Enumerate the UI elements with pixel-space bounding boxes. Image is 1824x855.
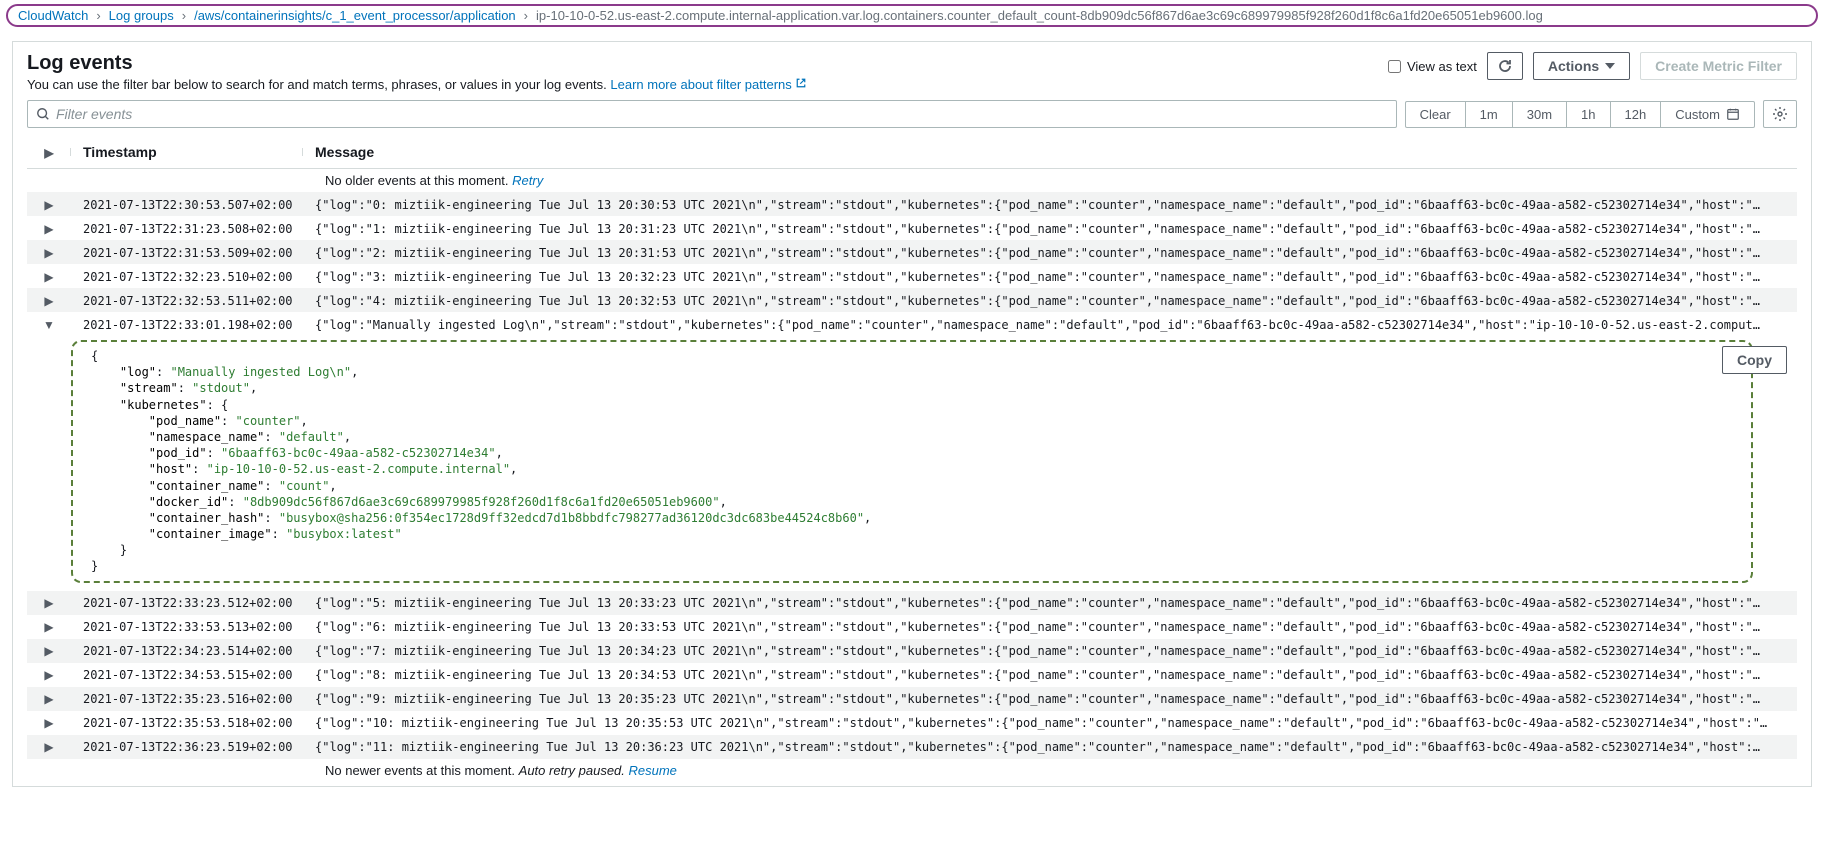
search-icon bbox=[36, 107, 50, 121]
timestamp-cell: 2021-07-13T22:32:53.511+02:00 bbox=[83, 294, 293, 308]
view-as-text-label: View as text bbox=[1407, 59, 1477, 74]
message-cell: {"log":"4: miztiik-engineering Tue Jul 1… bbox=[315, 294, 1760, 308]
message-cell: {"log":"3: miztiik-engineering Tue Jul 1… bbox=[315, 270, 1760, 284]
message-cell: {"log":"10: miztiik-engineering Tue Jul … bbox=[315, 716, 1767, 730]
gear-icon bbox=[1772, 106, 1788, 122]
column-header-message[interactable]: Message bbox=[303, 144, 1797, 160]
expanded-json-block: { "log": "Manually ingested Log\n", "str… bbox=[71, 340, 1753, 583]
time-custom-button[interactable]: Custom bbox=[1661, 102, 1754, 127]
chevron-right-icon: › bbox=[96, 8, 100, 23]
table-row: ▶ 2021-07-13T22:32:23.510+02:00 {"log":"3:… bbox=[27, 264, 1797, 288]
timestamp-cell: 2021-07-13T22:33:01.198+02:00 bbox=[83, 318, 293, 332]
log-events-panel: Log events You can use the filter bar be… bbox=[12, 41, 1812, 787]
timestamp-cell: 2021-07-13T22:30:53.507+02:00 bbox=[83, 198, 293, 212]
breadcrumb-link-group[interactable]: /aws/containerinsights/c_1_event_process… bbox=[194, 8, 516, 23]
time-1m-button[interactable]: 1m bbox=[1466, 102, 1513, 127]
chevron-down-icon bbox=[1605, 63, 1615, 69]
time-1h-button[interactable]: 1h bbox=[1567, 102, 1610, 127]
no-older-events-row: No older events at this moment. Retry bbox=[27, 169, 1797, 192]
chevron-right-icon: › bbox=[524, 8, 528, 23]
table-row: ▶ 2021-07-13T22:35:53.518+02:00 {"log":"10… bbox=[27, 711, 1797, 735]
breadcrumb-current: ip-10-10-0-52.us-east-2.compute.internal… bbox=[536, 8, 1543, 23]
expand-row-toggle[interactable]: ▶ bbox=[44, 596, 53, 610]
table-row: ▼ 2021-07-13T22:33:01.198+02:00 {"log":"Ma… bbox=[27, 312, 1797, 336]
message-cell: {"log":"11: miztiik-engineering Tue Jul … bbox=[315, 740, 1760, 754]
expand-row-toggle[interactable]: ▶ bbox=[44, 740, 53, 754]
expanded-log-detail: Copy { "log": "Manually ingested Log\n",… bbox=[27, 336, 1797, 591]
timestamp-cell: 2021-07-13T22:35:53.518+02:00 bbox=[83, 716, 293, 730]
filter-events-search[interactable] bbox=[27, 100, 1397, 128]
timestamp-cell: 2021-07-13T22:34:23.514+02:00 bbox=[83, 644, 293, 658]
time-range-selector: Clear 1m 30m 1h 12h Custom bbox=[1405, 101, 1755, 128]
table-row: ▶ 2021-07-13T22:31:53.509+02:00 {"log":"2:… bbox=[27, 240, 1797, 264]
clear-time-button[interactable]: Clear bbox=[1406, 102, 1466, 127]
timestamp-cell: 2021-07-13T22:36:23.519+02:00 bbox=[83, 740, 293, 754]
chevron-right-icon: › bbox=[182, 8, 186, 23]
view-as-text-checkbox[interactable]: View as text bbox=[1388, 59, 1477, 74]
timestamp-cell: 2021-07-13T22:35:23.516+02:00 bbox=[83, 692, 293, 706]
timestamp-cell: 2021-07-13T22:31:23.508+02:00 bbox=[83, 222, 293, 236]
timestamp-cell: 2021-07-13T22:33:23.512+02:00 bbox=[83, 596, 293, 610]
actions-button[interactable]: Actions bbox=[1533, 52, 1630, 80]
resume-link[interactable]: Resume bbox=[629, 763, 677, 778]
table-row: ▶ 2021-07-13T22:36:23.519+02:00 {"log":"11… bbox=[27, 735, 1797, 759]
time-30m-button[interactable]: 30m bbox=[1513, 102, 1567, 127]
expand-all-toggle[interactable]: ▶ bbox=[44, 146, 53, 160]
table-row: ▶ 2021-07-13T22:34:53.515+02:00 {"log":"8:… bbox=[27, 663, 1797, 687]
settings-button[interactable] bbox=[1763, 100, 1797, 128]
timestamp-cell: 2021-07-13T22:31:53.509+02:00 bbox=[83, 246, 293, 260]
expand-row-toggle[interactable]: ▶ bbox=[44, 270, 53, 284]
expand-row-toggle[interactable]: ▶ bbox=[44, 692, 53, 706]
timestamp-cell: 2021-07-13T22:33:53.513+02:00 bbox=[83, 620, 293, 634]
message-cell: {"log":"2: miztiik-engineering Tue Jul 1… bbox=[315, 246, 1760, 260]
message-cell: {"log":"0: miztiik-engineering Tue Jul 1… bbox=[315, 198, 1760, 212]
table-row: ▶ 2021-07-13T22:35:23.516+02:00 {"log":"9:… bbox=[27, 687, 1797, 711]
external-link-icon bbox=[795, 77, 807, 89]
refresh-icon bbox=[1497, 58, 1513, 74]
message-cell: {"log":"5: miztiik-engineering Tue Jul 1… bbox=[315, 596, 1760, 610]
expand-row-toggle[interactable]: ▶ bbox=[44, 668, 53, 682]
expand-row-toggle[interactable]: ▶ bbox=[44, 294, 53, 308]
message-cell: {"log":"6: miztiik-engineering Tue Jul 1… bbox=[315, 620, 1760, 634]
breadcrumb-link-cloudwatch[interactable]: CloudWatch bbox=[18, 8, 88, 23]
no-newer-events-row: No newer events at this moment. Auto ret… bbox=[27, 759, 1797, 782]
table-row: ▶ 2021-07-13T22:32:53.511+02:00 {"log":"4:… bbox=[27, 288, 1797, 312]
message-cell: {"log":"Manually ingested Log\n","stream… bbox=[315, 318, 1760, 332]
message-cell: {"log":"9: miztiik-engineering Tue Jul 1… bbox=[315, 692, 1760, 706]
column-header-timestamp[interactable]: Timestamp bbox=[71, 144, 303, 160]
expand-row-toggle[interactable]: ▶ bbox=[44, 222, 53, 236]
retry-link[interactable]: Retry bbox=[512, 173, 543, 188]
create-metric-filter-button[interactable]: Create Metric Filter bbox=[1640, 52, 1797, 80]
view-as-text-input[interactable] bbox=[1388, 60, 1401, 73]
table-row: ▶ 2021-07-13T22:34:23.514+02:00 {"log":"7:… bbox=[27, 639, 1797, 663]
message-cell: {"log":"8: miztiik-engineering Tue Jul 1… bbox=[315, 668, 1760, 682]
table-row: ▶ 2021-07-13T22:30:53.507+02:00 {"log":"0:… bbox=[27, 192, 1797, 216]
table-row: ▶ 2021-07-13T22:33:23.512+02:00 {"log":"5:… bbox=[27, 591, 1797, 615]
expand-row-toggle[interactable]: ▶ bbox=[44, 198, 53, 212]
learn-more-link[interactable]: Learn more about filter patterns bbox=[610, 77, 807, 92]
timestamp-cell: 2021-07-13T22:32:23.510+02:00 bbox=[83, 270, 293, 284]
calendar-icon bbox=[1726, 107, 1740, 121]
expand-row-toggle[interactable]: ▶ bbox=[44, 246, 53, 260]
breadcrumb: CloudWatch › Log groups › /aws/container… bbox=[6, 4, 1818, 27]
actions-button-label: Actions bbox=[1548, 58, 1599, 74]
page-subtitle: You can use the filter bar below to sear… bbox=[27, 77, 807, 92]
expand-row-toggle[interactable]: ▶ bbox=[44, 716, 53, 730]
page-title: Log events bbox=[27, 52, 807, 75]
filter-events-input[interactable] bbox=[56, 106, 1388, 122]
breadcrumb-link-loggroups[interactable]: Log groups bbox=[109, 8, 174, 23]
timestamp-cell: 2021-07-13T22:34:53.515+02:00 bbox=[83, 668, 293, 682]
message-cell: {"log":"1: miztiik-engineering Tue Jul 1… bbox=[315, 222, 1760, 236]
log-events-table: ▶ Timestamp Message No older events at t… bbox=[27, 136, 1797, 782]
expand-row-toggle[interactable]: ▶ bbox=[44, 644, 53, 658]
copy-button[interactable]: Copy bbox=[1722, 346, 1787, 374]
time-12h-button[interactable]: 12h bbox=[1611, 102, 1662, 127]
table-row: ▶ 2021-07-13T22:31:23.508+02:00 {"log":"1:… bbox=[27, 216, 1797, 240]
refresh-button[interactable] bbox=[1487, 52, 1523, 80]
expand-row-toggle[interactable]: ▼ bbox=[43, 318, 55, 332]
message-cell: {"log":"7: miztiik-engineering Tue Jul 1… bbox=[315, 644, 1760, 658]
time-custom-label: Custom bbox=[1675, 107, 1720, 122]
table-row: ▶ 2021-07-13T22:33:53.513+02:00 {"log":"6:… bbox=[27, 615, 1797, 639]
expand-row-toggle[interactable]: ▶ bbox=[44, 620, 53, 634]
